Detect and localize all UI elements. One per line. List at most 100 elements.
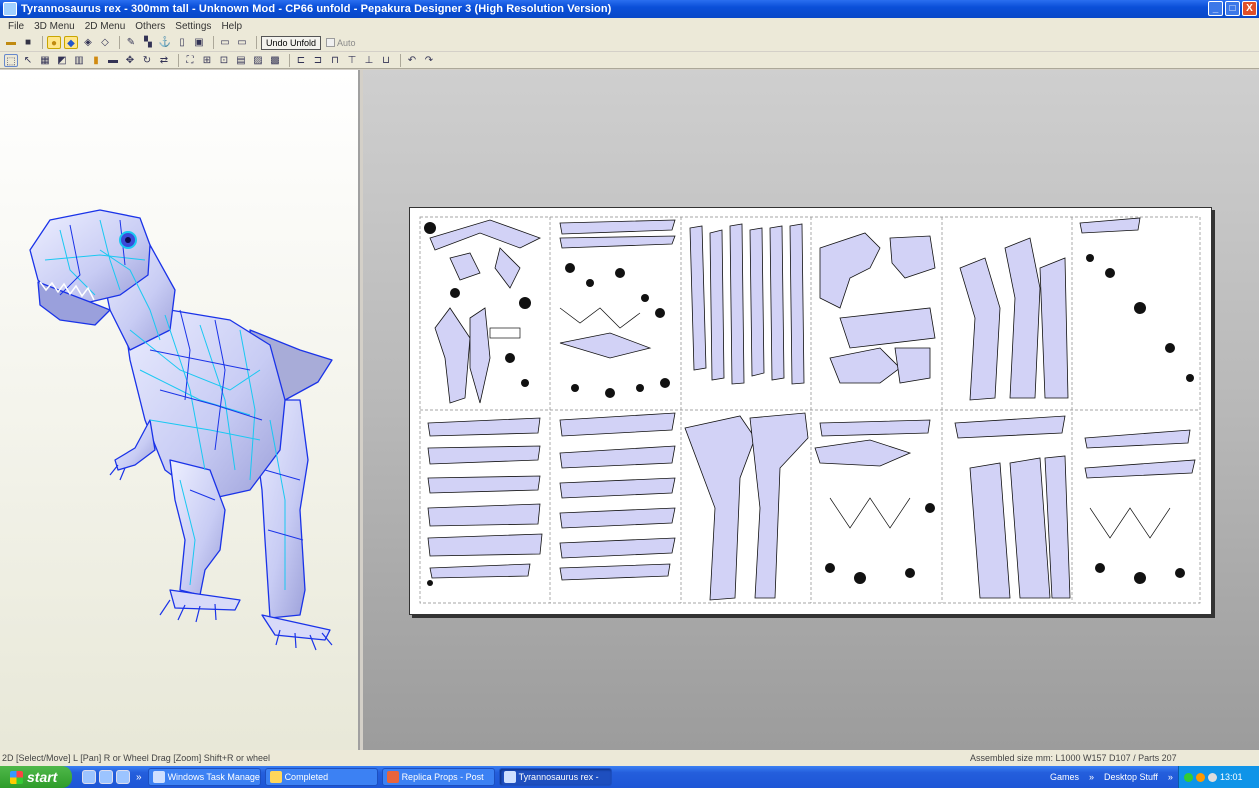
task-button[interactable]: Windows Task Manager — [147, 768, 261, 786]
toolbar-separator — [213, 36, 214, 49]
redo-icon[interactable]: ↷ — [422, 54, 436, 67]
volume-icon[interactable] — [1208, 772, 1217, 782]
task-manager-icon — [152, 771, 165, 783]
status-hint: 2D [Select/Move] L [Pan] R or Wheel Drag… — [2, 753, 271, 763]
arrange-icon[interactable]: ⊡ — [217, 54, 231, 67]
quicklaunch-desktop-icon[interactable] — [116, 770, 130, 784]
flap-icon[interactable]: ▚ — [141, 36, 155, 49]
unfold-icon[interactable]: ▣ — [192, 36, 206, 49]
windows-logo-icon — [10, 770, 23, 784]
select-icon[interactable]: ⬚ — [4, 53, 18, 67]
checkbox-icon — [326, 38, 336, 47]
join-icon[interactable]: ▥ — [72, 54, 86, 67]
status-size: Assembled size mm: L1000 W157 D107 / Par… — [970, 753, 1177, 763]
toolbar-separator — [178, 53, 179, 67]
menu-others[interactable]: Others — [130, 21, 170, 32]
task-button[interactable]: Completed — [264, 768, 378, 786]
light-icon[interactable]: ● — [47, 36, 61, 49]
start-label: start — [27, 769, 58, 785]
pepakura-icon — [503, 771, 516, 783]
flip-icon[interactable]: ⇄ — [157, 54, 171, 67]
page-icon[interactable]: ▯ — [175, 36, 189, 49]
auto-label: Auto — [337, 37, 356, 48]
unfolded-parts[interactable] — [410, 208, 1213, 616]
align-bottom-icon[interactable]: ⊔ — [379, 54, 393, 67]
save-icon[interactable]: ■ — [21, 36, 35, 49]
toolbar-links: Games » Desktop Stuff » — [1050, 766, 1173, 788]
flap-edit-icon[interactable]: ▬ — [106, 54, 120, 67]
quick-launch — [82, 770, 130, 784]
maximize-button[interactable]: □ — [1225, 1, 1240, 16]
rotate-icon[interactable]: ↻ — [140, 54, 154, 67]
window-title: Tyrannosaurus rex - 300mm tall - Unknown… — [21, 3, 612, 15]
status-bar: 2D [Select/Move] L [Pan] R or Wheel Drag… — [0, 750, 1259, 766]
close-button[interactable]: X — [1242, 1, 1257, 16]
task-button[interactable]: Replica Props - Post — [381, 768, 495, 786]
menu-help[interactable]: Help — [216, 21, 247, 32]
edit-toolbar: ⬚ ↖ ▦ ◩ ▥ ▮ ▬ ✥ ↻ ⇄ ⛶ ⊞ ⊡ ▤ ▨ ▩ ⊏ ⊐ ⊓ ⊤ … — [0, 52, 1259, 69]
model-icon[interactable]: ◇ — [98, 36, 112, 49]
security-icon[interactable] — [1196, 772, 1205, 782]
align-middle-icon[interactable]: ⊥ — [362, 54, 376, 67]
pen-icon[interactable]: ✎ — [124, 36, 138, 49]
text-icon[interactable]: ▤ — [234, 54, 248, 67]
grid-icon[interactable]: ▦ — [38, 54, 52, 67]
anchor-icon[interactable]: ⚓ — [158, 36, 172, 49]
menu-2d[interactable]: 2D Menu — [80, 21, 131, 32]
title-bar: Tyrannosaurus rex - 300mm tall - Unknown… — [0, 0, 1259, 18]
network-icon[interactable] — [1184, 772, 1193, 782]
cube-icon[interactable]: ◈ — [81, 36, 95, 49]
book-icon[interactable]: ▮ — [89, 54, 103, 67]
layout-icon[interactable]: ⊞ — [200, 54, 214, 67]
menu-file[interactable]: File — [3, 21, 29, 32]
toolbar-separator — [400, 53, 401, 67]
menu-settings[interactable]: Settings — [170, 21, 216, 32]
window-controls: _ □ X — [1208, 1, 1257, 16]
image-icon[interactable]: ▨ — [251, 54, 265, 67]
start-button[interactable]: start — [0, 766, 72, 788]
chevron-icon[interactable]: » — [136, 772, 142, 783]
align-right-icon[interactable]: ⊓ — [328, 54, 342, 67]
task-label: Replica Props - Post — [401, 772, 484, 782]
view-3d-panel[interactable] — [0, 70, 360, 750]
menu-3d[interactable]: 3D Menu — [29, 21, 80, 32]
task-label: Tyrannosaurus rex - — [518, 772, 599, 782]
auto-checkbox[interactable]: Auto — [326, 38, 356, 48]
toolbar-separator — [256, 36, 257, 49]
fit-icon[interactable]: ⛶ — [183, 54, 197, 67]
clock: 13:01 — [1220, 772, 1243, 782]
undo-icon[interactable]: ↶ — [405, 54, 419, 67]
browser-icon — [386, 771, 399, 783]
chevron-icon[interactable]: » — [1168, 772, 1173, 782]
minimize-button[interactable]: _ — [1208, 1, 1223, 16]
main-toolbar: ▬ ■ ● ◆ ◈ ◇ ✎ ▚ ⚓ ▯ ▣ ▭ ▭ Undo Unfold Au… — [0, 34, 1259, 51]
system-tray: 13:01 — [1178, 766, 1259, 788]
texture-icon[interactable]: ◆ — [64, 36, 78, 49]
chevron-icon[interactable]: » — [1089, 772, 1094, 782]
quicklaunch-media-icon[interactable] — [99, 770, 113, 784]
open-icon[interactable]: ▬ — [4, 36, 18, 49]
align-top-icon[interactable]: ⊤ — [345, 54, 359, 67]
task-label: Completed — [284, 772, 329, 782]
paint-icon[interactable]: ◩ — [55, 54, 69, 67]
toolbar-separator — [119, 36, 120, 49]
print-icon[interactable]: ▩ — [268, 54, 282, 67]
cursor-icon[interactable]: ↖ — [21, 54, 35, 67]
view-3d-icon[interactable]: ▭ — [218, 36, 232, 49]
toolbar-separator — [289, 53, 290, 67]
pattern-sheet[interactable] — [409, 207, 1212, 615]
view-2d-icon[interactable]: ▭ — [235, 36, 249, 49]
trex-3d-model[interactable] — [0, 70, 358, 750]
toolbar-separator — [42, 36, 43, 49]
task-button-active[interactable]: Tyrannosaurus rex - — [498, 768, 612, 786]
folder-icon — [269, 771, 282, 783]
view-2d-panel[interactable] — [363, 70, 1259, 750]
align-left-icon[interactable]: ⊏ — [294, 54, 308, 67]
games-link[interactable]: Games — [1050, 772, 1079, 782]
menu-bar: File 3D Menu 2D Menu Others Settings Hel… — [0, 18, 1259, 34]
move-icon[interactable]: ✥ — [123, 54, 137, 67]
undo-unfold-button[interactable]: Undo Unfold — [261, 35, 322, 50]
quicklaunch-browser-icon[interactable] — [82, 770, 96, 784]
align-center-icon[interactable]: ⊐ — [311, 54, 325, 67]
desktop-stuff-link[interactable]: Desktop Stuff — [1104, 772, 1158, 782]
